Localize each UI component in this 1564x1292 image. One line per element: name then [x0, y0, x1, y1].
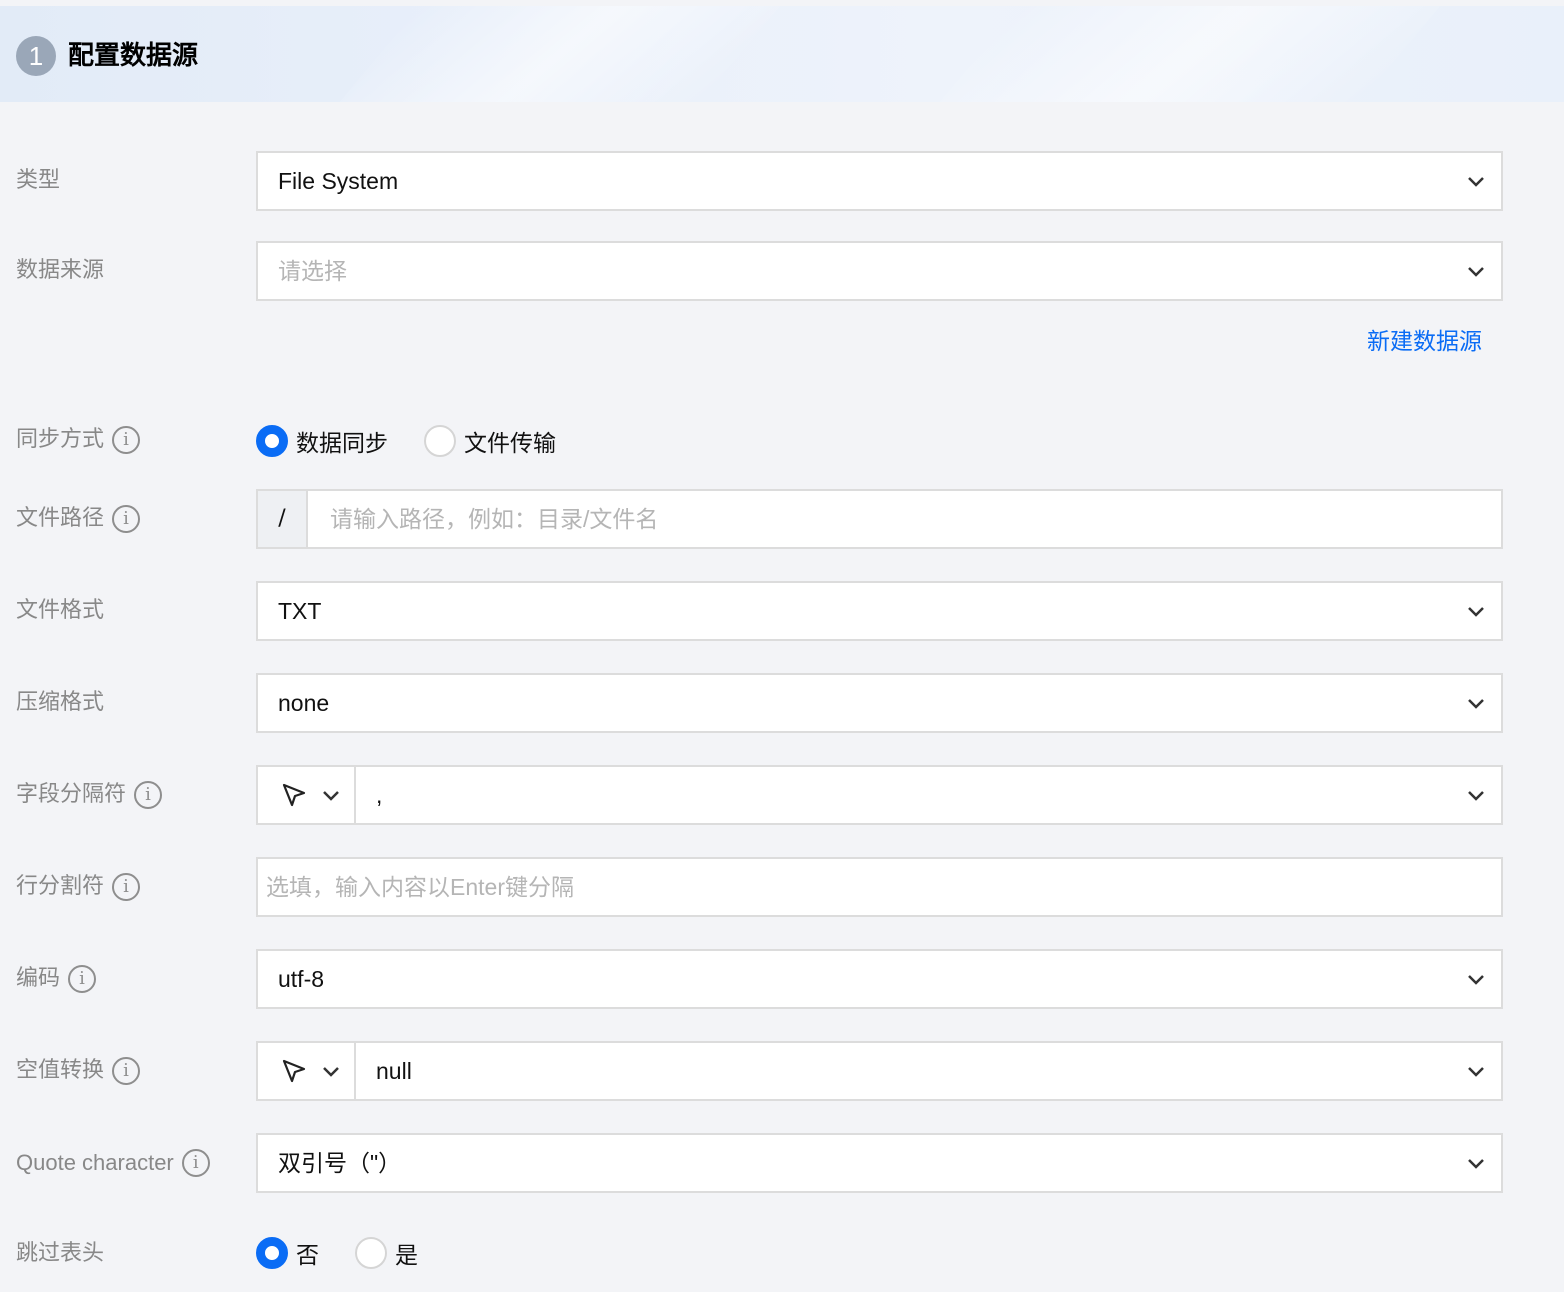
field-delimiter-mode-select[interactable]	[256, 765, 356, 825]
chevron-down-icon	[1468, 607, 1484, 617]
field-delimiter-value: ,	[376, 782, 383, 808]
file-format-select[interactable]: TXT	[256, 581, 1503, 641]
info-circle-icon[interactable]: i	[112, 426, 141, 454]
cursor-pointer-icon	[282, 783, 306, 807]
info-circle-icon[interactable]: i	[134, 781, 163, 809]
null-conversion-value: null	[376, 1058, 412, 1084]
cursor-pointer-icon	[282, 1059, 306, 1083]
sync-mode-option-data-sync[interactable]: 数据同步	[256, 424, 388, 458]
type-label: 类型	[16, 168, 61, 193]
header-decoration	[339, 6, 781, 102]
sync-mode-option-file-transfer[interactable]: 文件传输	[424, 424, 556, 458]
info-circle-icon[interactable]: i	[112, 505, 141, 533]
section-header: 1 配置数据源	[0, 6, 1564, 102]
null-conversion-mode-select[interactable]	[256, 1041, 356, 1101]
header-decoration	[939, 6, 1441, 102]
sync-mode-label: 同步方式 i	[16, 420, 141, 460]
chevron-down-icon	[1468, 177, 1484, 187]
file-format-value: TXT	[278, 598, 322, 624]
type-select[interactable]: File System	[256, 151, 1503, 211]
type-select-value: File System	[278, 168, 399, 194]
chevron-down-icon	[1468, 791, 1484, 801]
file-format-label: 文件格式	[16, 598, 105, 623]
source-select-placeholder: 请选择	[278, 258, 347, 284]
encoding-label: 编码 i	[16, 959, 97, 999]
info-circle-icon[interactable]: i	[68, 965, 97, 993]
compression-select[interactable]: none	[256, 673, 1503, 733]
quote-character-value: 双引号（"）	[278, 1150, 402, 1176]
chevron-down-icon	[1468, 975, 1484, 985]
chevron-down-icon	[1468, 1067, 1484, 1077]
chevron-down-icon	[323, 1067, 339, 1077]
skip-header-radio-group: 否 是	[256, 1233, 454, 1273]
step-badge: 1	[16, 36, 56, 76]
file-path-input[interactable]: / 请输入路径，例如：目录/文件名	[256, 489, 1503, 549]
info-circle-icon[interactable]: i	[112, 873, 141, 901]
source-select[interactable]: 请选择	[256, 241, 1503, 301]
file-path-placeholder: 请输入路径，例如：目录/文件名	[330, 506, 659, 532]
chevron-down-icon	[1468, 1159, 1484, 1169]
null-conversion-label: 空值转换 i	[16, 1051, 141, 1091]
config-page: 1 配置数据源 类型 File System 数据来源 请选择 新建数据源 同步…	[0, 0, 1564, 1292]
skip-header-option-yes[interactable]: 是	[355, 1236, 418, 1270]
quote-character-select[interactable]: 双引号（"）	[256, 1133, 1503, 1193]
new-datasource-link[interactable]: 新建数据源	[1367, 322, 1482, 356]
line-delimiter-input[interactable]: 选填，输入内容以Enter键分隔	[256, 857, 1503, 917]
field-delimiter-select[interactable]: ,	[356, 765, 1503, 825]
info-circle-icon[interactable]: i	[112, 1057, 141, 1085]
source-label: 数据来源	[16, 258, 105, 283]
skip-header-option-no[interactable]: 否	[256, 1236, 319, 1270]
skip-header-label: 跳过表头	[16, 1241, 105, 1266]
line-delimiter-label: 行分割符 i	[16, 867, 141, 907]
radio-unchecked-icon	[424, 425, 456, 457]
file-path-label: 文件路径 i	[16, 499, 141, 539]
compression-label: 压缩格式	[16, 690, 105, 715]
chevron-down-icon	[323, 791, 339, 801]
sync-mode-radio-group: 数据同步 文件传输	[256, 421, 592, 461]
quote-character-label: Quote character i	[16, 1143, 210, 1183]
encoding-select[interactable]: utf-8	[256, 949, 1503, 1009]
line-delimiter-placeholder: 选填，输入内容以Enter键分隔	[266, 874, 574, 900]
radio-checked-icon	[256, 425, 288, 457]
encoding-value: utf-8	[278, 966, 325, 992]
chevron-down-icon	[1468, 699, 1484, 709]
info-circle-icon[interactable]: i	[181, 1149, 210, 1177]
file-path-prefix: /	[258, 491, 308, 547]
null-conversion-select[interactable]: null	[356, 1041, 1503, 1101]
section-title: 配置数据源	[68, 41, 199, 71]
radio-checked-icon	[256, 1237, 288, 1269]
field-delimiter-label: 字段分隔符 i	[16, 775, 163, 815]
chevron-down-icon	[1468, 267, 1484, 277]
radio-unchecked-icon	[355, 1237, 387, 1269]
compression-value: none	[278, 690, 330, 716]
